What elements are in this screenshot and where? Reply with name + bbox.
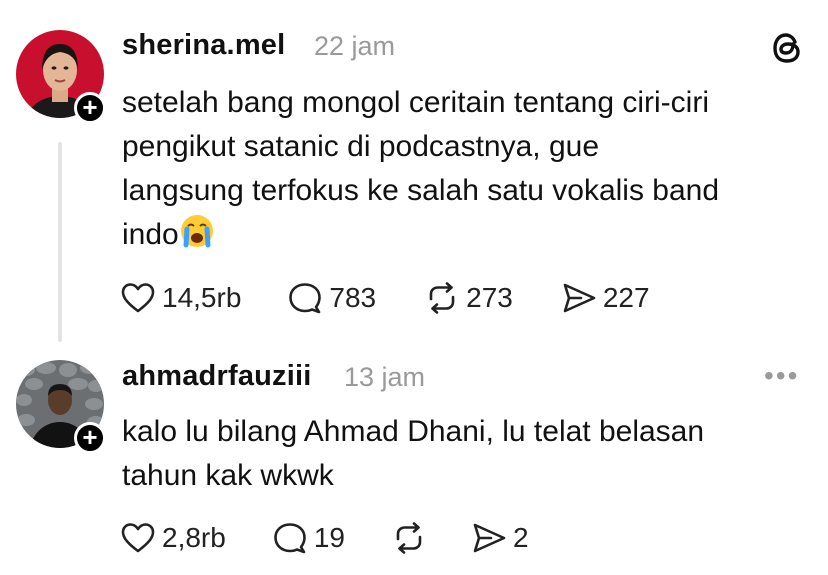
like-button[interactable]: 2,8rb (120, 521, 226, 555)
heart-icon (121, 283, 155, 313)
username[interactable]: ahmadrfauziii (122, 360, 312, 393)
crying-face-icon (179, 213, 215, 262)
post-text: setelah bang mongol ceritain tentang cir… (122, 81, 812, 262)
repost-count: 273 (466, 282, 513, 313)
comment-button[interactable]: 19 (272, 521, 345, 555)
share-button[interactable]: 2 (471, 521, 529, 555)
like-count: 2,8rb (162, 522, 226, 553)
comment-bubble-icon (289, 283, 322, 314)
post-actions: 14,5rb 783 273 227 (120, 281, 650, 315)
username[interactable]: sherina.mel (122, 29, 285, 62)
share-button[interactable]: 227 (561, 281, 650, 315)
more-options-icon[interactable]: ••• (764, 360, 799, 392)
share-count: 2 (512, 522, 529, 553)
thread-line (58, 142, 62, 342)
send-icon (563, 283, 596, 313)
comment-bubble-icon (274, 523, 306, 554)
post-text: kalo lu bilang Ahmad Dhani, lu telat bel… (122, 415, 705, 492)
follow-plus-icon[interactable]: + (74, 92, 106, 124)
post-actions: 2,8rb 19 2 (120, 521, 529, 555)
like-count: 14,5rb (162, 282, 242, 313)
threads-logo-icon[interactable] (768, 28, 808, 68)
comment-count: 19 (313, 522, 345, 553)
repost-button[interactable]: 273 (424, 281, 513, 315)
like-button[interactable]: 14,5rb (120, 281, 241, 315)
repost-icon (396, 522, 422, 554)
post-time: 13 jam (344, 362, 426, 392)
repost-button[interactable] (391, 521, 427, 555)
repost-icon (429, 282, 455, 314)
post-time: 22 jam (314, 31, 396, 61)
send-icon (473, 523, 506, 553)
follow-plus-icon[interactable]: + (74, 422, 106, 454)
comment-button[interactable]: 783 (287, 281, 376, 315)
heart-icon (121, 523, 155, 553)
share-count: 227 (602, 282, 650, 313)
comment-count: 783 (329, 282, 377, 313)
